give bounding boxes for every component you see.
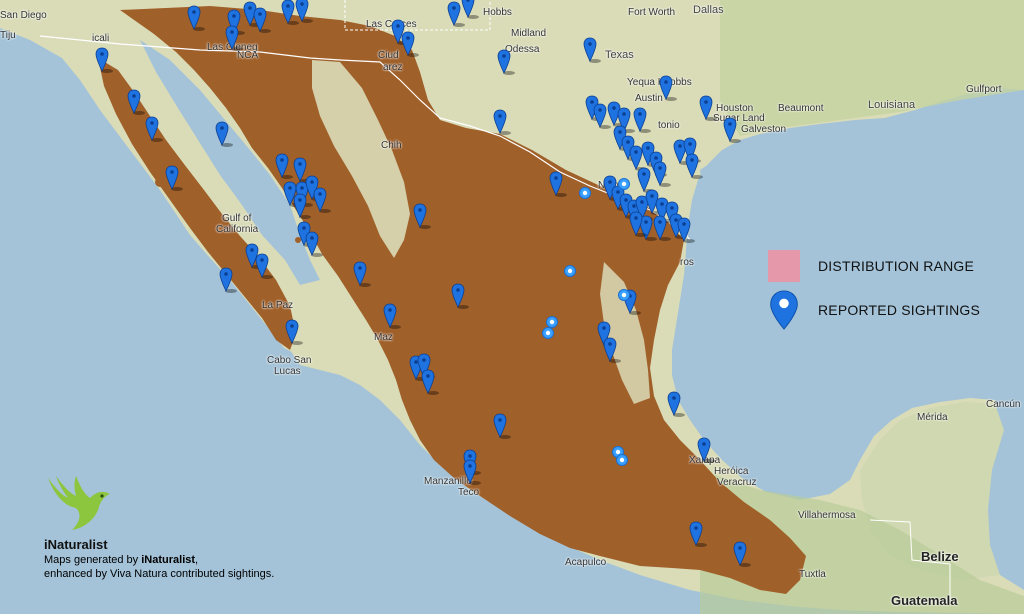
- sighting-pin[interactable]: [275, 153, 293, 179]
- sighting-pin[interactable]: [353, 261, 371, 287]
- brand-name: iNaturalist: [44, 537, 108, 552]
- sighting-pin-light[interactable]: [579, 187, 591, 199]
- sighting-pin[interactable]: [685, 153, 703, 179]
- sighting-pin[interactable]: [451, 283, 469, 309]
- sighting-pin[interactable]: [413, 203, 431, 229]
- sighting-pin[interactable]: [583, 37, 601, 63]
- sighting-pin[interactable]: [633, 107, 651, 133]
- sighting-pin[interactable]: [383, 303, 401, 329]
- sighting-pin[interactable]: [421, 369, 439, 395]
- sighting-pin[interactable]: [447, 1, 465, 27]
- credit-text: Maps generated by iNaturalist, enhanced …: [44, 553, 274, 581]
- inaturalist-bird-icon: [48, 476, 110, 530]
- sighting-pin-light[interactable]: [542, 327, 554, 339]
- sighting-pin[interactable]: [95, 47, 113, 73]
- sighting-pin[interactable]: [677, 217, 695, 243]
- sighting-pin[interactable]: [667, 391, 685, 417]
- legend-sightings-row: REPORTED SIGHTINGS: [768, 290, 980, 330]
- sighting-pin-light[interactable]: [618, 178, 630, 190]
- sighting-pin[interactable]: [253, 7, 271, 33]
- inaturalist-logo: [44, 472, 116, 539]
- sighting-pin[interactable]: [215, 121, 233, 147]
- sighting-pin[interactable]: [697, 437, 715, 463]
- credit-brand: iNaturalist: [141, 554, 196, 566]
- sighting-pin[interactable]: [549, 171, 567, 197]
- sighting-pin[interactable]: [225, 25, 243, 51]
- map-legend: DISTRIBUTION RANGE REPORTED SIGHTINGS: [768, 246, 980, 330]
- sighting-pin[interactable]: [305, 231, 323, 257]
- sighting-pin-light[interactable]: [546, 316, 558, 328]
- sighting-pin[interactable]: [603, 337, 621, 363]
- range-swatch: [768, 250, 800, 282]
- sighting-pin[interactable]: [219, 267, 237, 293]
- sighting-pin[interactable]: [187, 5, 205, 31]
- sighting-pin[interactable]: [493, 109, 511, 135]
- sighting-pin[interactable]: [637, 167, 655, 193]
- sighting-pin[interactable]: [145, 116, 163, 142]
- sighting-pin[interactable]: [295, 0, 313, 23]
- sighting-pin[interactable]: [255, 253, 273, 279]
- credit-line-2: enhanced by Viva Natura contributed sigh…: [44, 568, 275, 580]
- legend-range-row: DISTRIBUTION RANGE: [768, 246, 980, 286]
- sighting-pin[interactable]: [493, 413, 511, 439]
- sighting-pin-light[interactable]: [618, 289, 630, 301]
- map-view[interactable]: San Diego Tiju icali Las Cruces Hobbs Midland…: [0, 0, 1024, 614]
- sighting-pin[interactable]: [497, 49, 515, 75]
- sighting-pin[interactable]: [285, 319, 303, 345]
- map-pin-icon: [770, 290, 798, 330]
- sighting-pin[interactable]: [689, 521, 707, 547]
- credit-line-1: Maps generated by iNaturalist,: [44, 554, 199, 566]
- sighting-pin[interactable]: [313, 187, 331, 213]
- sighting-pin[interactable]: [401, 31, 419, 57]
- sighting-pin[interactable]: [699, 95, 717, 121]
- sighting-pin[interactable]: [127, 89, 145, 115]
- legend-range-label: DISTRIBUTION RANGE: [818, 258, 975, 274]
- sighting-pin[interactable]: [653, 161, 671, 187]
- sighting-pin[interactable]: [733, 541, 751, 567]
- legend-sightings-label: REPORTED SIGHTINGS: [818, 302, 981, 318]
- sighting-pin-light[interactable]: [564, 265, 576, 277]
- sighting-pin[interactable]: [165, 165, 183, 191]
- sighting-pin-light[interactable]: [616, 454, 628, 466]
- sighting-pin[interactable]: [461, 0, 479, 19]
- sighting-pin[interactable]: [659, 75, 677, 101]
- sighting-pin[interactable]: [723, 117, 741, 143]
